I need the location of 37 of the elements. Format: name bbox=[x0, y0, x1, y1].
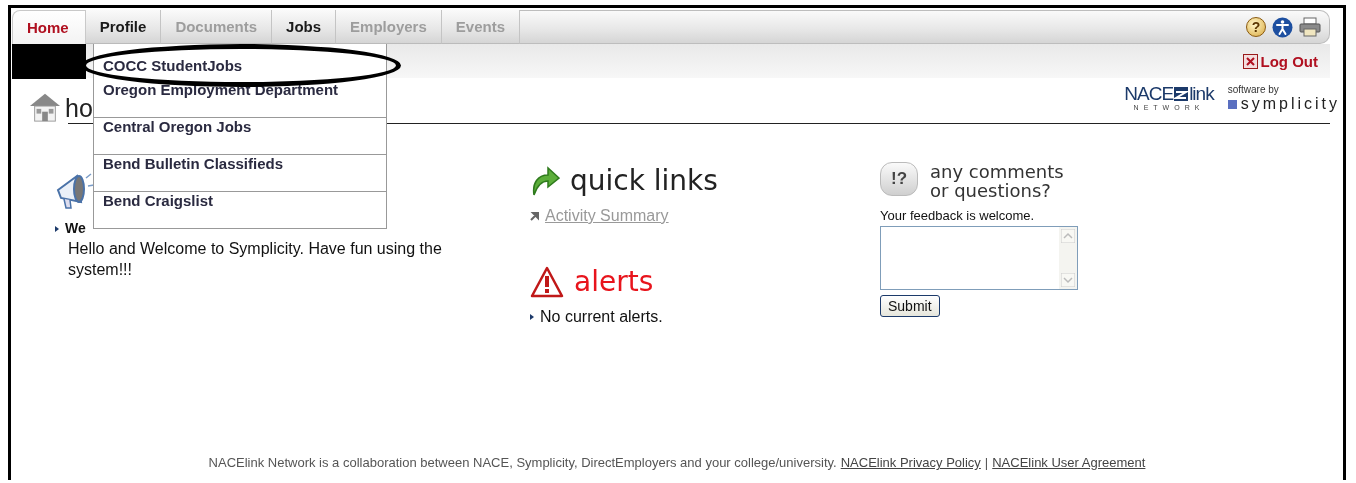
separator: | bbox=[984, 455, 989, 470]
section-title: any comments bbox=[930, 162, 1064, 181]
alert-text: No current alerts. bbox=[540, 308, 663, 326]
house-icon bbox=[28, 91, 62, 123]
nav-tab[interactable]: Jobs bbox=[272, 10, 337, 44]
menu-item[interactable]: Bend Craigslist bbox=[94, 192, 386, 228]
warning-icon bbox=[530, 265, 564, 298]
footer-text: NACElink Network is a collaboration between NACE, Symplicity, DirectEmployers and your college/university. bbox=[208, 455, 837, 470]
nav-tab[interactable]: Home bbox=[12, 10, 86, 44]
scroll-up-icon[interactable] bbox=[1061, 229, 1075, 243]
help-icon[interactable]: ? bbox=[1246, 17, 1266, 37]
menu-item[interactable]: Central Oregon Jobs bbox=[94, 118, 386, 155]
nav-tab[interactable]: Profile bbox=[85, 10, 162, 44]
curved-arrow-icon bbox=[530, 164, 560, 197]
close-icon bbox=[1242, 53, 1258, 69]
arrow-icon bbox=[530, 211, 540, 221]
menu-item[interactable]: Oregon Employment Department bbox=[94, 81, 386, 118]
bullet-icon bbox=[530, 314, 534, 320]
speech-bubble-icon: !? bbox=[880, 162, 918, 196]
section-title: alerts bbox=[574, 265, 654, 298]
bullet-icon bbox=[55, 226, 59, 233]
announcement-title[interactable]: We bbox=[65, 220, 86, 236]
feedback-field[interactable] bbox=[880, 226, 1078, 290]
footer-link[interactable]: NACElink User Agreement bbox=[992, 455, 1146, 470]
submit-button[interactable]: Submit bbox=[880, 295, 940, 317]
section-title: quick links bbox=[570, 164, 718, 197]
section-title: or questions? bbox=[930, 181, 1052, 200]
symplicity-logo: software by symplicity bbox=[1227, 84, 1340, 113]
printer-icon[interactable] bbox=[1299, 17, 1321, 37]
logout-link[interactable]: Log Out bbox=[1242, 52, 1318, 70]
accessibility-icon[interactable] bbox=[1272, 16, 1293, 38]
page-heading: ho bbox=[65, 93, 93, 123]
menu-item[interactable]: Bend Bulletin Classifieds bbox=[94, 155, 386, 192]
feedback-prompt: Your feedback is welcome. bbox=[880, 208, 1036, 223]
scroll-down-icon[interactable] bbox=[1061, 273, 1075, 287]
footer-link[interactable]: NACElink Privacy Policy bbox=[840, 455, 981, 470]
announcement-text: Hello and Welcome to Symplicity. Have fun using the system!!! bbox=[68, 239, 443, 280]
